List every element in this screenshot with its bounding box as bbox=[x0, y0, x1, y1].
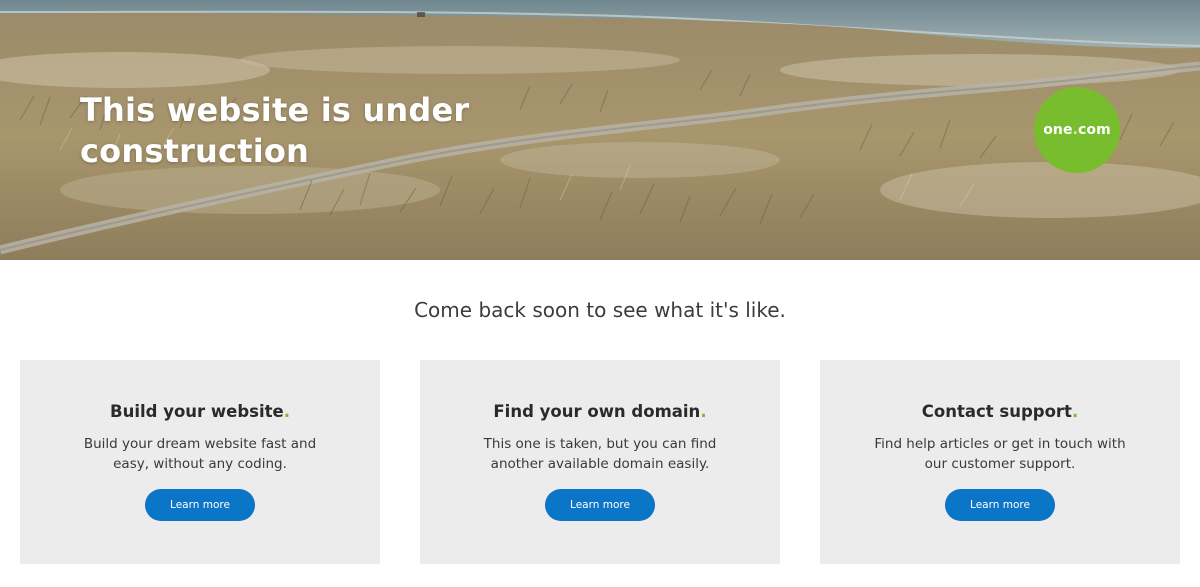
brand-logo[interactable]: one. com bbox=[1034, 87, 1120, 173]
brand-name: one bbox=[1043, 122, 1073, 138]
card-title: Find your own domain. bbox=[420, 400, 780, 424]
card-title-text: Build your website bbox=[110, 402, 284, 421]
card-title: Build your website. bbox=[20, 400, 380, 424]
card-title-accent: . bbox=[1071, 402, 1079, 421]
card-description: Find help articles or get in touch with … bbox=[874, 436, 1126, 472]
card-description: This one is taken, but you can find anot… bbox=[483, 436, 717, 472]
card-title-text: Contact support bbox=[921, 402, 1072, 421]
hero-banner: This website is under construction one. c… bbox=[0, 0, 1200, 260]
card-contact-support: Contact support. Find help articles or g… bbox=[820, 360, 1180, 564]
card-build-website: Build your website. Build your dream web… bbox=[20, 360, 380, 564]
card-description: Build your dream website fast and easy, … bbox=[83, 436, 317, 472]
learn-more-button-support[interactable]: Learn more bbox=[945, 489, 1055, 521]
card-find-domain: Find your own domain. This one is taken,… bbox=[420, 360, 780, 564]
learn-more-button-website[interactable]: Learn more bbox=[145, 489, 255, 521]
card-title-accent: . bbox=[700, 402, 707, 421]
card-title: Contact support. bbox=[820, 400, 1180, 424]
card-title-accent: . bbox=[283, 402, 290, 421]
tagline: Come back soon to see what it's like. bbox=[414, 298, 786, 322]
card-title-text: Find your own domain bbox=[493, 402, 701, 421]
page-title: This website is under construction bbox=[80, 91, 470, 170]
brand-tld: com bbox=[1078, 122, 1111, 138]
learn-more-button-domain[interactable]: Learn more bbox=[545, 489, 655, 521]
